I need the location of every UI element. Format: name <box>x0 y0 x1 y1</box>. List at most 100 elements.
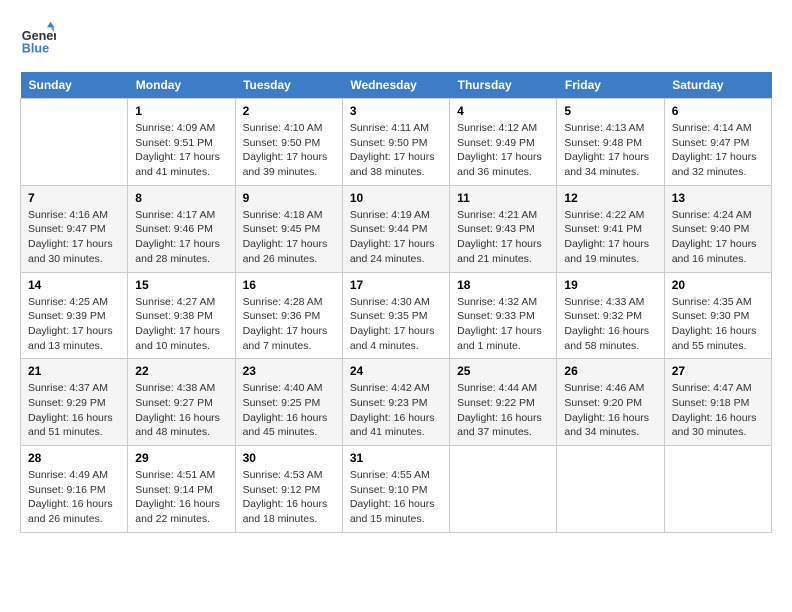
calendar-cell: 29 Sunrise: 4:51 AM Sunset: 9:14 PM Dayli… <box>128 446 235 533</box>
day-info: Sunrise: 4:51 AM Sunset: 9:14 PM Dayligh… <box>135 468 227 527</box>
day-info: Sunrise: 4:33 AM Sunset: 9:32 PM Dayligh… <box>564 295 656 354</box>
day-number: 24 <box>350 364 442 378</box>
weekday-header-saturday: Saturday <box>664 72 771 99</box>
day-number: 29 <box>135 451 227 465</box>
week-row-2: 7 Sunrise: 4:16 AM Sunset: 9:47 PM Daylig… <box>21 185 772 272</box>
day-info: Sunrise: 4:10 AM Sunset: 9:50 PM Dayligh… <box>243 121 335 180</box>
day-info: Sunrise: 4:53 AM Sunset: 9:12 PM Dayligh… <box>243 468 335 527</box>
calendar-cell: 5Sunrise: 4:13 AM Sunset: 9:48 PM Daylig… <box>557 99 664 186</box>
calendar-cell: 27 Sunrise: 4:47 AM Sunset: 9:18 PM Dayli… <box>664 359 771 446</box>
day-info: Sunrise: 4:27 AM Sunset: 9:38 PM Dayligh… <box>135 295 227 354</box>
day-info: Sunrise: 4:16 AM Sunset: 9:47 PM Dayligh… <box>28 208 120 267</box>
calendar-cell: 25 Sunrise: 4:44 AM Sunset: 9:22 PM Dayli… <box>450 359 557 446</box>
calendar-cell: 6 Sunrise: 4:14 AM Sunset: 9:47 PM Daylig… <box>664 99 771 186</box>
day-number: 14 <box>28 278 120 292</box>
day-number: 11 <box>457 191 549 205</box>
day-info: Sunrise: 4:17 AM Sunset: 9:46 PM Dayligh… <box>135 208 227 267</box>
day-number: 10 <box>350 191 442 205</box>
day-number: 26 <box>564 364 656 378</box>
weekday-header-monday: Monday <box>128 72 235 99</box>
weekday-header-row: SundayMondayTuesdayWednesdayThursdayFrid… <box>21 72 772 99</box>
day-number: 22 <box>135 364 227 378</box>
day-info: Sunrise: 4:49 AM Sunset: 9:16 PM Dayligh… <box>28 468 120 527</box>
calendar-cell <box>664 446 771 533</box>
day-number: 3 <box>350 104 442 118</box>
day-number: 2 <box>243 104 335 118</box>
day-info: Sunrise: 4:13 AM Sunset: 9:48 PM Dayligh… <box>564 121 656 180</box>
day-number: 23 <box>243 364 335 378</box>
day-number: 25 <box>457 364 549 378</box>
day-info: Sunrise: 4:22 AM Sunset: 9:41 PM Dayligh… <box>564 208 656 267</box>
day-number: 15 <box>135 278 227 292</box>
calendar-cell: 2 Sunrise: 4:10 AM Sunset: 9:50 PM Daylig… <box>235 99 342 186</box>
weekday-header-tuesday: Tuesday <box>235 72 342 99</box>
day-info: Sunrise: 4:28 AM Sunset: 9:36 PM Dayligh… <box>243 295 335 354</box>
day-info: Sunrise: 4:42 AM Sunset: 9:23 PM Dayligh… <box>350 381 442 440</box>
calendar-cell: 4 Sunrise: 4:12 AM Sunset: 9:49 PM Daylig… <box>450 99 557 186</box>
day-info: Sunrise: 4:25 AM Sunset: 9:39 PM Dayligh… <box>28 295 120 354</box>
day-number: 31 <box>350 451 442 465</box>
day-info: Sunrise: 4:32 AM Sunset: 9:33 PM Dayligh… <box>457 295 549 354</box>
day-info: Sunrise: 4:18 AM Sunset: 9:45 PM Dayligh… <box>243 208 335 267</box>
page-header: General Blue <box>20 20 772 56</box>
day-number: 17 <box>350 278 442 292</box>
day-info: Sunrise: 4:11 AM Sunset: 9:50 PM Dayligh… <box>350 121 442 180</box>
day-number: 13 <box>672 191 764 205</box>
calendar-cell: 13Sunrise: 4:24 AM Sunset: 9:40 PM Dayli… <box>664 185 771 272</box>
calendar-cell: 7 Sunrise: 4:16 AM Sunset: 9:47 PM Daylig… <box>21 185 128 272</box>
day-info: Sunrise: 4:44 AM Sunset: 9:22 PM Dayligh… <box>457 381 549 440</box>
day-number: 30 <box>243 451 335 465</box>
logo: General Blue <box>20 20 56 56</box>
day-number: 21 <box>28 364 120 378</box>
svg-text:Blue: Blue <box>22 41 49 55</box>
week-row-4: 21 Sunrise: 4:37 AM Sunset: 9:29 PM Dayli… <box>21 359 772 446</box>
day-info: Sunrise: 4:47 AM Sunset: 9:18 PM Dayligh… <box>672 381 764 440</box>
weekday-header-friday: Friday <box>557 72 664 99</box>
calendar-cell: 31 Sunrise: 4:55 AM Sunset: 9:10 PM Dayli… <box>342 446 449 533</box>
day-number: 4 <box>457 104 549 118</box>
day-number: 20 <box>672 278 764 292</box>
day-info: Sunrise: 4:37 AM Sunset: 9:29 PM Dayligh… <box>28 381 120 440</box>
day-number: 1 <box>135 104 227 118</box>
weekday-header-sunday: Sunday <box>21 72 128 99</box>
day-info: Sunrise: 4:40 AM Sunset: 9:25 PM Dayligh… <box>243 381 335 440</box>
day-info: Sunrise: 4:30 AM Sunset: 9:35 PM Dayligh… <box>350 295 442 354</box>
day-number: 28 <box>28 451 120 465</box>
day-info: Sunrise: 4:55 AM Sunset: 9:10 PM Dayligh… <box>350 468 442 527</box>
calendar-cell: 9Sunrise: 4:18 AM Sunset: 9:45 PM Daylig… <box>235 185 342 272</box>
day-info: Sunrise: 4:38 AM Sunset: 9:27 PM Dayligh… <box>135 381 227 440</box>
day-number: 18 <box>457 278 549 292</box>
calendar-table: SundayMondayTuesdayWednesdayThursdayFrid… <box>20 72 772 533</box>
day-number: 6 <box>672 104 764 118</box>
calendar-cell: 1Sunrise: 4:09 AM Sunset: 9:51 PM Daylig… <box>128 99 235 186</box>
calendar-cell: 19 Sunrise: 4:33 AM Sunset: 9:32 PM Dayli… <box>557 272 664 359</box>
day-number: 7 <box>28 191 120 205</box>
calendar-cell: 22 Sunrise: 4:38 AM Sunset: 9:27 PM Dayli… <box>128 359 235 446</box>
weekday-header-wednesday: Wednesday <box>342 72 449 99</box>
logo-icon: General Blue <box>20 20 56 56</box>
week-row-3: 14 Sunrise: 4:25 AM Sunset: 9:39 PM Dayli… <box>21 272 772 359</box>
calendar-cell <box>557 446 664 533</box>
calendar-cell: 11Sunrise: 4:21 AM Sunset: 9:43 PM Dayli… <box>450 185 557 272</box>
calendar-cell: 24 Sunrise: 4:42 AM Sunset: 9:23 PM Dayli… <box>342 359 449 446</box>
calendar-cell <box>21 99 128 186</box>
day-info: Sunrise: 4:12 AM Sunset: 9:49 PM Dayligh… <box>457 121 549 180</box>
day-info: Sunrise: 4:46 AM Sunset: 9:20 PM Dayligh… <box>564 381 656 440</box>
day-number: 19 <box>564 278 656 292</box>
calendar-cell: 28 Sunrise: 4:49 AM Sunset: 9:16 PM Dayli… <box>21 446 128 533</box>
calendar-cell: 26 Sunrise: 4:46 AM Sunset: 9:20 PM Dayli… <box>557 359 664 446</box>
calendar-cell: 8 Sunrise: 4:17 AM Sunset: 9:46 PM Daylig… <box>128 185 235 272</box>
day-number: 16 <box>243 278 335 292</box>
day-number: 27 <box>672 364 764 378</box>
day-info: Sunrise: 4:19 AM Sunset: 9:44 PM Dayligh… <box>350 208 442 267</box>
week-row-5: 28 Sunrise: 4:49 AM Sunset: 9:16 PM Dayli… <box>21 446 772 533</box>
calendar-cell: 3 Sunrise: 4:11 AM Sunset: 9:50 PM Daylig… <box>342 99 449 186</box>
calendar-cell: 10 Sunrise: 4:19 AM Sunset: 9:44 PM Dayli… <box>342 185 449 272</box>
calendar-cell: 21 Sunrise: 4:37 AM Sunset: 9:29 PM Dayli… <box>21 359 128 446</box>
calendar-cell: 17 Sunrise: 4:30 AM Sunset: 9:35 PM Dayli… <box>342 272 449 359</box>
day-info: Sunrise: 4:14 AM Sunset: 9:47 PM Dayligh… <box>672 121 764 180</box>
calendar-cell: 18 Sunrise: 4:32 AM Sunset: 9:33 PM Dayli… <box>450 272 557 359</box>
calendar-cell: 30 Sunrise: 4:53 AM Sunset: 9:12 PM Dayli… <box>235 446 342 533</box>
calendar-cell: 14 Sunrise: 4:25 AM Sunset: 9:39 PM Dayli… <box>21 272 128 359</box>
day-number: 8 <box>135 191 227 205</box>
